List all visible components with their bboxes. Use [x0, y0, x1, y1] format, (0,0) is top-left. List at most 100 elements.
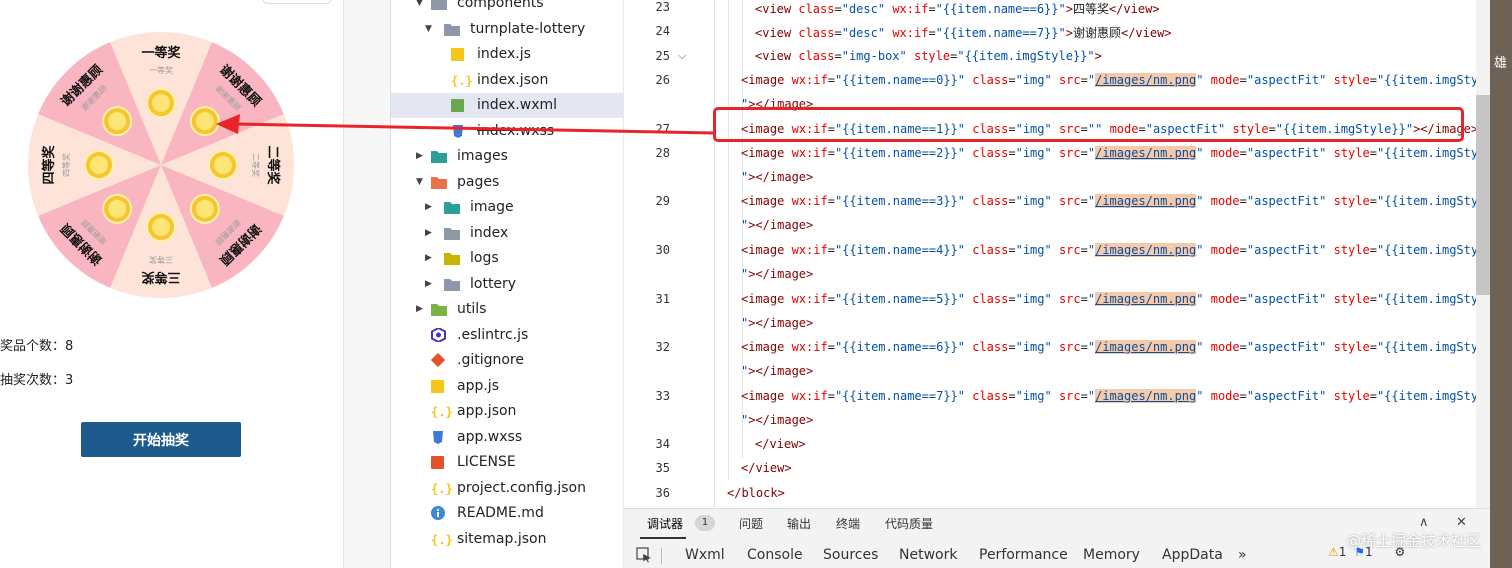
explorer-item-label: app.json — [457, 403, 517, 419]
wheel-section-desc: 三等奖 — [149, 255, 173, 265]
line-number: 26 — [655, 73, 670, 87]
wheel-section-desc: 二等奖 — [251, 153, 261, 177]
explorer-item[interactable]: {.} sitemap.json — [391, 527, 624, 552]
editor-scrollbar-thumb[interactable] — [1476, 95, 1490, 295]
indent-guide — [714, 0, 715, 508]
code-line-29-wrap: "></image> — [741, 218, 814, 232]
panel-maximize-icon[interactable]: ∧ — [1419, 515, 1429, 530]
fold-chevron-icon[interactable]: ⌵ — [678, 49, 686, 63]
devtools-more-tabs[interactable]: » — [1238, 547, 1247, 563]
chevron-down-icon[interactable]: ▼ — [416, 0, 426, 8]
json-file-icon: {.} — [431, 481, 453, 496]
explorer-item[interactable]: .eslintrc.js — [391, 323, 624, 348]
line-number: 23 — [655, 0, 670, 14]
tab-code-quality[interactable]: 代码质量 — [885, 515, 933, 532]
explorer-item[interactable]: {.} app.json — [391, 399, 624, 424]
json-file-icon: {.} — [431, 405, 453, 419]
explorer-item[interactable]: app.js — [391, 374, 624, 399]
explorer-item-label: README.md — [457, 505, 544, 521]
devtools-separator — [661, 548, 662, 564]
code-line-33-wrap: "></image> — [741, 413, 814, 427]
wheel-section-desc: 一等奖 — [149, 65, 173, 75]
devtools-tab-appdata[interactable]: AppData — [1162, 547, 1223, 563]
chevron-right-icon[interactable]: ▶ — [416, 151, 426, 161]
explorer-item[interactable]: app.wxss — [391, 425, 624, 450]
license-icon — [431, 455, 446, 469]
explorer-item[interactable]: LICENSE — [391, 450, 624, 475]
devtools-tab-sources[interactable]: Sources — [823, 547, 878, 563]
explorer-item-label: turnplate-lottery — [470, 20, 586, 37]
explorer-item[interactable]: index.js — [391, 42, 624, 67]
tab-terminal[interactable]: 终端 — [836, 515, 860, 532]
explorer-item-label: LICENSE — [457, 454, 516, 470]
explorer-item[interactable]: ▶ index — [391, 221, 624, 246]
code-editor[interactable]: 23 24 25 26 27 28 29 30 31 32 33 34 35 36 ⌵ <view cla… — [624, 0, 1512, 508]
code-line-36: </block> — [727, 486, 785, 500]
start-lottery-button[interactable]: 开始抽奖 — [81, 422, 241, 457]
folder-icon — [444, 277, 460, 291]
lemon-icon — [146, 212, 176, 242]
explorer-item[interactable]: ▶ images — [391, 144, 624, 169]
draw-count-label: 抽奖次数：3 — [0, 373, 74, 388]
explorer-item[interactable]: {.} project.config.json — [391, 476, 624, 501]
chevron-down-icon[interactable]: ▼ — [425, 24, 435, 34]
tab-debugger[interactable]: 调试器 — [647, 515, 683, 532]
git-icon — [430, 352, 446, 368]
explorer-item[interactable]: ▼ pages — [391, 170, 624, 195]
explorer-item[interactable]: {.} index.json — [391, 68, 624, 93]
code-line-33: <image wx:if="{{item.name==7}}" class="i… — [741, 389, 1507, 403]
explorer-item-label: image — [470, 199, 514, 215]
chevron-right-icon[interactable]: ▶ — [425, 202, 435, 212]
code-line-23: <view class="desc" wx:if="{{item.name==6… — [755, 2, 1160, 16]
explorer-item[interactable]: README.md — [391, 501, 624, 526]
explorer-item[interactable]: ▶ lottery — [391, 272, 624, 297]
explorer-item[interactable]: .gitignore — [391, 348, 624, 373]
folder-logs-icon — [444, 251, 460, 265]
folder-pages-icon — [431, 175, 447, 189]
highlight-annotation-box — [713, 107, 1464, 142]
tab-output[interactable]: 输出 — [787, 515, 811, 532]
code-line-30: <image wx:if="{{item.name==4}}" class="i… — [741, 243, 1507, 257]
lemon-icon — [189, 193, 220, 224]
explorer-item-label: index — [470, 224, 509, 241]
line-number: 34 — [655, 437, 670, 451]
wheel-section-title: 一等奖 — [141, 45, 181, 61]
file-explorer: ▼ components ▼ turnplate-lottery index.js {.}… — [391, 0, 624, 568]
devtools-tab-performance[interactable]: Performance — [979, 547, 1068, 563]
lemon-icon — [102, 106, 133, 137]
explorer-item[interactable]: index.wxss — [391, 119, 624, 144]
chevron-down-icon[interactable]: ▼ — [416, 177, 426, 187]
line-number: 32 — [655, 340, 670, 354]
devtools-tab-console[interactable]: Console — [747, 547, 803, 563]
active-tab-underline — [640, 537, 686, 539]
code-line-30-wrap: "></image> — [741, 267, 814, 281]
chevron-right-icon[interactable]: ▶ — [425, 253, 435, 263]
code-line-31-wrap: "></image> — [741, 316, 814, 330]
folder-image-icon — [444, 200, 460, 214]
explorer-item[interactable]: ▼ components — [391, 0, 624, 16]
explorer-item[interactable]: ▶ utils — [391, 297, 624, 322]
explorer-item-label: project.config.json — [457, 479, 586, 496]
explorer-item[interactable]: ▼ turnplate-lottery — [391, 17, 624, 42]
explorer-item[interactable]: index.wxml — [391, 93, 624, 118]
chevron-right-icon[interactable]: ▶ — [425, 228, 435, 238]
chevron-right-icon[interactable]: ▶ — [416, 304, 426, 314]
tab-problems[interactable]: 问题 — [739, 515, 763, 532]
json-file-icon: {.} — [431, 532, 453, 547]
chevron-right-icon[interactable]: ▶ — [425, 279, 435, 289]
devtools-tab-wxml[interactable]: Wxml — [685, 547, 725, 563]
wxml-file-icon — [451, 98, 466, 112]
explorer-item-label: index.json — [477, 71, 549, 88]
img-src-6: /images/nm.png — [1095, 340, 1197, 354]
panel-close-icon[interactable]: ✕ — [1456, 515, 1467, 530]
devtools-tab-network[interactable]: Network — [899, 547, 957, 563]
json-file-icon: {.} — [451, 73, 473, 88]
js-file-icon — [451, 47, 466, 61]
indent-guide — [728, 0, 729, 480]
explorer-item[interactable]: ▶ image — [391, 195, 624, 220]
code-line-34: </view> — [755, 437, 806, 451]
devtools-tab-memory[interactable]: Memory — [1083, 547, 1140, 563]
inspect-element-icon[interactable] — [636, 547, 652, 563]
line-number: 35 — [655, 461, 670, 475]
explorer-item[interactable]: ▶ logs — [391, 246, 624, 271]
